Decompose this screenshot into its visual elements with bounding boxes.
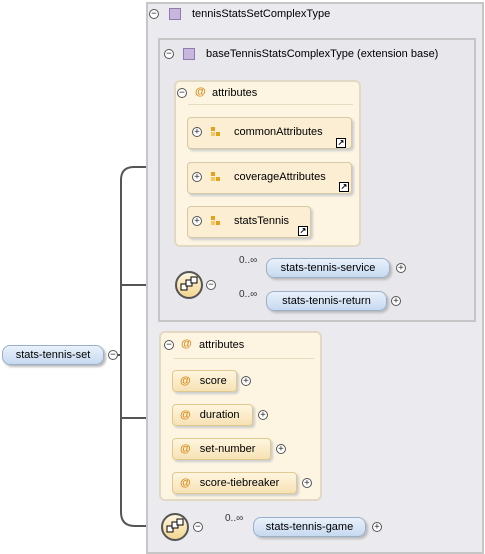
attribute-group-icon	[211, 127, 220, 136]
attribute-label: duration	[199, 409, 240, 421]
attribute-group-icon	[211, 216, 220, 225]
collapse-toggle-base-sequence[interactable]: −	[206, 280, 216, 290]
own-attributes-divider	[174, 358, 314, 359]
collapse-toggle-base-type[interactable]: −	[164, 49, 174, 59]
collapse-toggle-own-attributes[interactable]: −	[164, 340, 174, 350]
attribute-score-tiebreaker[interactable]: @ score-tiebreaker	[172, 472, 297, 494]
cardinality-label: 0..∞	[239, 289, 258, 300]
sequence-dots-icon	[180, 276, 198, 291]
expand-toggle-stats-tennis-return[interactable]: +	[391, 296, 401, 306]
collapse-toggle-complex-type[interactable]: −	[149, 9, 159, 19]
element-stats-tennis-return[interactable]: stats-tennis-return	[266, 291, 387, 311]
base-type-icon	[183, 48, 195, 60]
attribute-marker-icon: @	[180, 477, 191, 489]
expand-toggle-coverage-attributes[interactable]: +	[192, 172, 202, 182]
attribute-group-label: coverageAttributes	[234, 171, 326, 183]
expand-toggle-stats-tennis-service[interactable]: +	[396, 263, 406, 273]
sequence-dots-icon	[166, 518, 184, 533]
attribute-marker-icon: @	[180, 375, 191, 387]
expand-toggle-stats-tennis[interactable]: +	[192, 216, 202, 226]
complex-type-icon	[169, 8, 181, 20]
collapse-toggle-base-attributes[interactable]: −	[177, 88, 187, 98]
reference-link-icon[interactable]: ↗	[298, 226, 308, 236]
attribute-marker-icon: @	[180, 409, 191, 421]
attribute-marker-icon: @	[181, 338, 192, 350]
attribute-group-label: statsTennis	[234, 215, 290, 227]
attribute-marker-icon: @	[180, 443, 191, 455]
reference-link-icon[interactable]: ↗	[339, 182, 349, 192]
cardinality-label: 0..∞	[225, 513, 244, 524]
element-stats-tennis-game[interactable]: stats-tennis-game	[253, 517, 366, 537]
attribute-set-number[interactable]: @ set-number	[172, 438, 271, 460]
attribute-duration[interactable]: @ duration	[172, 404, 253, 426]
expand-toggle-set-number[interactable]: +	[276, 444, 286, 454]
attribute-group-icon	[211, 172, 220, 181]
root-element-stats-tennis-set[interactable]: stats-tennis-set	[2, 345, 104, 365]
attribute-group-label: commonAttributes	[234, 126, 323, 138]
expand-toggle-score-tiebreaker[interactable]: +	[302, 478, 312, 488]
cardinality-label: 0..∞	[239, 255, 258, 266]
base-attributes-divider	[188, 104, 353, 105]
attribute-label: score	[199, 375, 227, 387]
base-type-label: baseTennisStatsComplexType (extension ba…	[206, 48, 439, 60]
expand-toggle-score[interactable]: +	[241, 376, 251, 386]
collapse-toggle-root[interactable]: −	[108, 350, 118, 360]
attribute-label: score-tiebreaker	[199, 477, 280, 489]
expand-toggle-common-attributes[interactable]: +	[192, 127, 202, 137]
attribute-score[interactable]: @ score	[172, 370, 237, 392]
expand-toggle-duration[interactable]: +	[258, 410, 268, 420]
collapse-toggle-own-sequence[interactable]: −	[193, 522, 203, 532]
complex-type-label: tennisStatsSetComplexType	[192, 8, 331, 20]
expand-toggle-stats-tennis-game[interactable]: +	[372, 522, 382, 532]
reference-link-icon[interactable]: ↗	[336, 138, 346, 148]
attribute-marker-icon: @	[195, 86, 206, 98]
base-attributes-label: attributes	[212, 87, 258, 99]
own-attributes-label: attributes	[199, 339, 245, 351]
element-stats-tennis-service[interactable]: stats-tennis-service	[266, 258, 390, 278]
attribute-label: set-number	[199, 443, 256, 455]
